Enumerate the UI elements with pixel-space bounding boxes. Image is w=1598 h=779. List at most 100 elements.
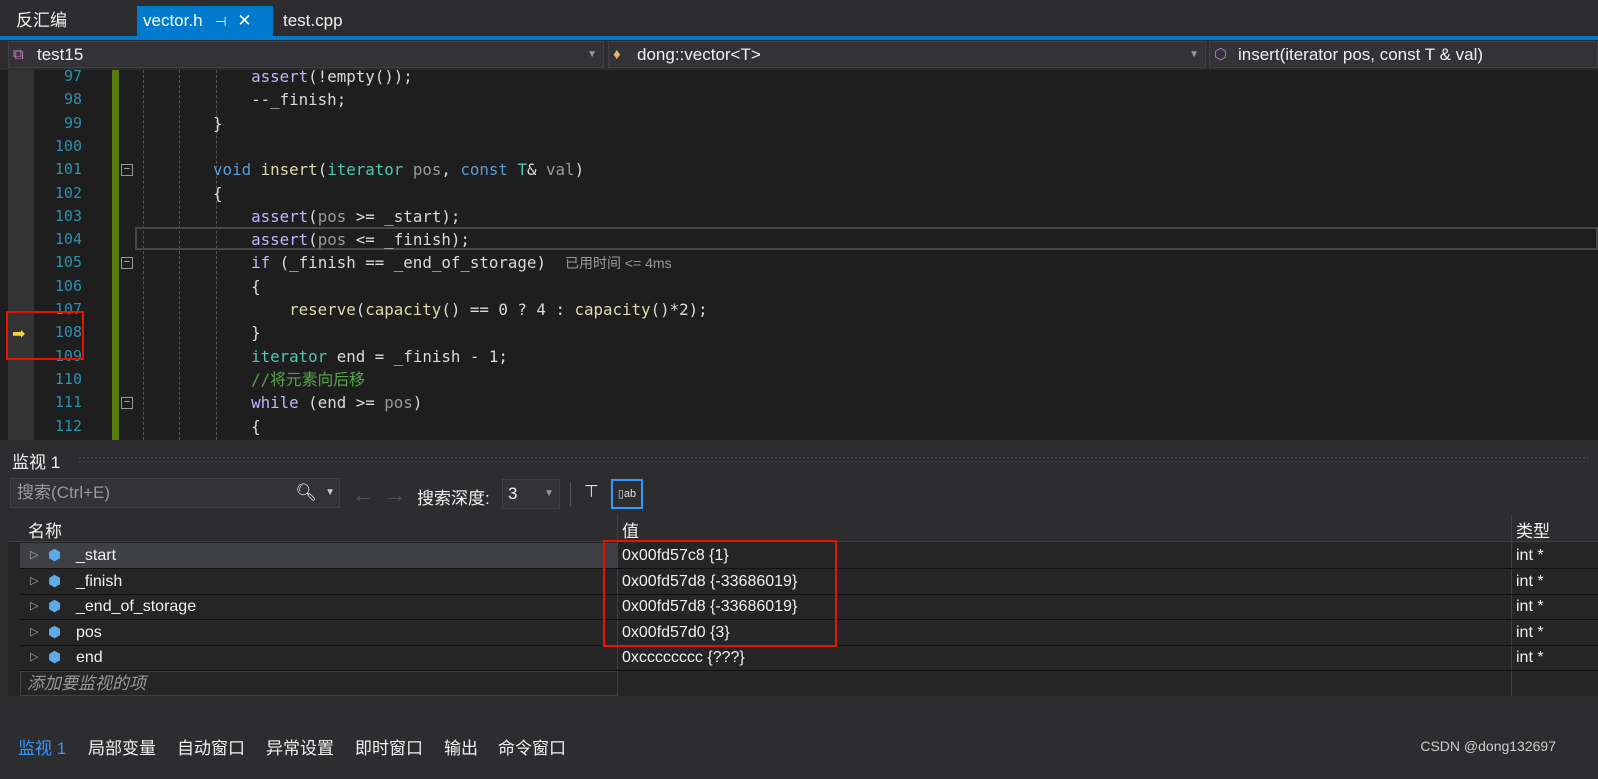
collapse-icon[interactable]: −: [121, 257, 133, 270]
code-line[interactable]: {: [175, 415, 261, 438]
tab-immediate[interactable]: 即时窗口: [355, 734, 423, 759]
tab-exception-settings[interactable]: 异常设置: [266, 734, 334, 759]
code-line[interactable]: iterator end = _finish - 1;: [175, 345, 508, 368]
line-number: 99: [63, 113, 82, 132]
watch-value[interactable]: 0xcccccccc {???}: [622, 645, 745, 670]
tab-locals[interactable]: 局部变量: [88, 734, 156, 759]
tab-output[interactable]: 输出: [444, 734, 478, 759]
tab-watch-1[interactable]: 监视 1: [18, 734, 66, 759]
project-dropdown[interactable]: ⧉ test15 ▼: [8, 41, 604, 68]
search-depth-dropdown[interactable]: 3 ▼: [502, 479, 560, 509]
bottom-tool-tabs: 监视 1 局部变量 自动窗口 异常设置 即时窗口 输出 命令窗口: [0, 728, 1598, 763]
code-token: (: [308, 206, 318, 226]
collapse-icon[interactable]: −: [121, 397, 133, 410]
code-line[interactable]: //将元素向后移: [175, 368, 365, 391]
line-number: 110: [54, 369, 82, 388]
code-line[interactable]: if (_finish == _end_of_storage) 已用时间 <= …: [175, 251, 672, 274]
back-arrow-icon[interactable]: ←: [352, 482, 374, 508]
line-number: 105: [54, 253, 82, 272]
pin-filter-icon[interactable]: ⊤: [584, 482, 599, 502]
watch-name: _end_of_storage: [76, 598, 197, 616]
code-line[interactable]: void insert(iterator pos, const T& val): [175, 158, 584, 181]
column-header-type[interactable]: 类型: [1516, 517, 1550, 542]
code-token: assert: [251, 70, 309, 86]
code-token: pos: [317, 206, 347, 226]
add-watch-input[interactable]: 添加要监视的项: [20, 671, 618, 696]
breakpoint-gutter[interactable]: [8, 70, 34, 440]
code-line[interactable]: while (end >= pos): [175, 391, 422, 414]
annotation-box: [603, 540, 837, 647]
search-icon[interactable]: 🔍︎: [295, 479, 317, 507]
code-line[interactable]: {: [175, 182, 223, 205]
code-token: ==: [355, 253, 394, 273]
local-variable-icon: ⬢: [48, 623, 62, 641]
scope-dropdown[interactable]: ♦ dong::vector<T> ▼: [608, 41, 1206, 68]
watch-name: pos: [76, 623, 102, 641]
code-token: void: [213, 160, 252, 180]
code-token: reserve: [289, 300, 356, 319]
pin-icon[interactable]: ⊣: [215, 14, 226, 29]
code-token: () == 0 ? 4 :: [441, 300, 575, 319]
private-field-icon: ⬢: [48, 598, 62, 616]
code-line[interactable]: }: [175, 112, 223, 135]
tab-disassembly[interactable]: 反汇编: [10, 6, 73, 36]
column-header-name[interactable]: 名称: [28, 517, 62, 542]
watch-type: int *: [1516, 598, 1544, 616]
close-icon[interactable]: ✕: [237, 11, 251, 30]
tab-command[interactable]: 命令窗口: [498, 734, 566, 759]
watch-search-input[interactable]: 搜索(Ctrl+E) 🔍︎ ▼: [10, 478, 340, 508]
hex-display-button[interactable]: ▯ab: [611, 479, 643, 509]
code-line[interactable]: --_finish;: [175, 88, 346, 111]
code-line[interactable]: }: [175, 321, 261, 344]
code-token: _end_of_storage: [393, 253, 537, 273]
code-line[interactable]: assert(pos >= _start);: [175, 205, 460, 228]
tab-vector-h[interactable]: vector.h ⊣ ✕: [137, 6, 273, 36]
watch-type: int *: [1516, 547, 1544, 564]
code-token: >=: [346, 393, 385, 413]
collapse-icon[interactable]: −: [121, 164, 133, 177]
column-header-value[interactable]: 值: [622, 517, 639, 542]
tab-test-cpp[interactable]: test.cpp: [277, 6, 349, 36]
code-editor[interactable]: 97 assert(!empty()); 98 --_finish; 99 } 100…: [0, 70, 1598, 440]
code-token: );: [441, 206, 461, 226]
code-line[interactable]: assert(!empty());: [175, 70, 413, 88]
chevron-down-icon[interactable]: ▼: [325, 479, 335, 507]
watch-row[interactable]: ▷ ⬢ end 0xcccccccc {???} int *: [20, 645, 1598, 672]
code-token: while: [251, 393, 299, 413]
expand-icon[interactable]: ▷: [30, 543, 38, 568]
line-number: 102: [54, 183, 82, 202]
expand-icon[interactable]: ▷: [30, 594, 38, 619]
watermark: CSDN @dong132697: [1420, 738, 1556, 754]
method-icon: ⬡: [1214, 46, 1228, 63]
code-token: (: [355, 300, 366, 319]
expand-icon[interactable]: ▷: [30, 645, 38, 670]
scope-value: dong::vector<T>: [637, 45, 761, 64]
code-token: =: [365, 346, 394, 366]
code-token: end: [336, 346, 366, 366]
tab-autos[interactable]: 自动窗口: [177, 734, 245, 759]
code-token: if: [251, 253, 271, 273]
code-line[interactable]: assert(pos <= _finish);: [175, 228, 470, 251]
code-token: pos: [384, 393, 413, 413]
code-token: }: [175, 323, 261, 343]
expand-icon[interactable]: ▷: [30, 620, 38, 645]
code-token: const: [460, 160, 508, 180]
annotation-box: [6, 311, 84, 360]
line-number: 104: [54, 230, 82, 249]
watch-type: int *: [1516, 623, 1544, 641]
code-token: val: [546, 160, 575, 180]
code-line[interactable]: reserve(capacity() == 0 ? 4 : capacity()…: [175, 298, 708, 321]
code-token: _finish: [384, 230, 451, 250]
panel-grip[interactable]: [78, 456, 1588, 462]
code-token: iterator: [327, 160, 404, 180]
code-line[interactable]: {: [175, 275, 261, 298]
member-dropdown[interactable]: ⬡ insert(iterator pos, const T & val): [1209, 41, 1598, 68]
expand-icon[interactable]: ▷: [30, 569, 38, 594]
forward-arrow-icon[interactable]: →: [384, 482, 406, 508]
